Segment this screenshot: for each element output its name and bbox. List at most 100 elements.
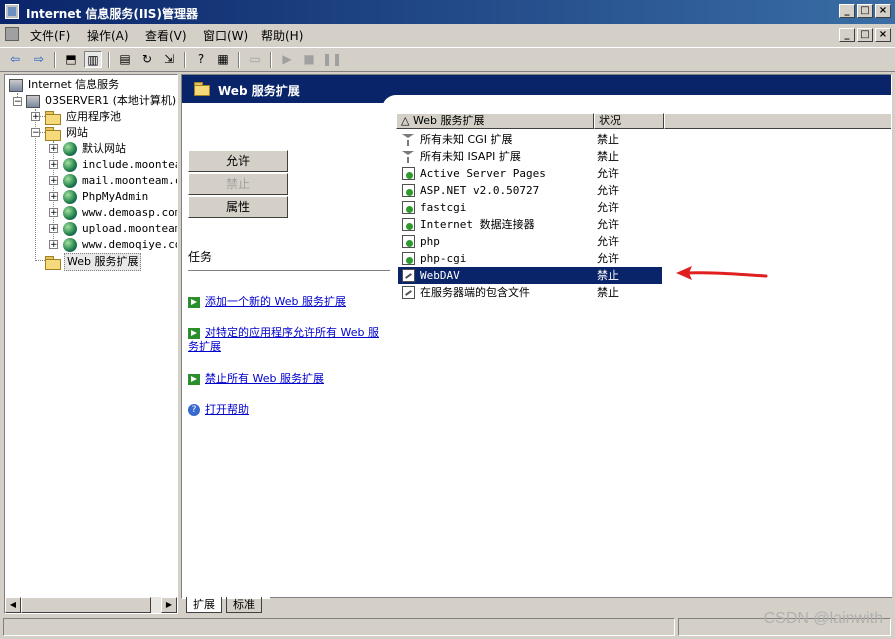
up-folder-icon[interactable]: ⬒ [62,51,80,68]
window-caption-buttons: _ □ × [839,4,891,18]
tree-item-site[interactable]: upload.moonteam [63,221,177,237]
forward-arrow-icon[interactable]: ⇨ [30,51,48,68]
globe-icon [63,174,77,188]
computer-icon[interactable]: ▭ [246,51,264,68]
document-icon[interactable] [5,27,19,41]
content-pane: Web 服务扩展 允许 禁止 属性 任务 添加一个新的 Web 服务扩展 对特定… [181,74,892,599]
expand-icon[interactable]: + [49,176,58,186]
properties-icon[interactable]: ▤ [116,51,134,68]
task-add-extension[interactable]: 添加一个新的 Web 服务扩展 [188,295,388,309]
window-titlebar[interactable]: Internet 信息服务(IIS)管理器 _ □ × [0,0,895,24]
tree-item-web-service-extensions[interactable]: Web 服务扩展 [45,253,142,271]
task-arrow-icon [188,327,200,339]
collapse-icon[interactable]: − [13,97,22,107]
export-list-icon[interactable]: ⇲ [160,51,178,68]
expand-icon[interactable]: + [31,112,40,122]
annotation-arrow-icon [676,266,768,280]
allowed-icon [402,201,415,214]
tree-pane[interactable]: Internet 信息服务 − 03SERVER1 (本地计算机) + 应用程序… [4,74,178,614]
globe-icon [63,238,77,252]
scroll-thumb[interactable] [21,597,151,613]
list-row[interactable]: php 允许 [398,233,662,250]
tree-item-root[interactable]: Internet 信息服务 [9,77,121,93]
help-icon[interactable]: ? [192,51,210,68]
tab-extended[interactable]: 扩展 [186,597,222,613]
list-row[interactable]: 在服务器端的包含文件 禁止 [398,284,662,301]
list-row-selected-webdav[interactable]: WebDAV 禁止 [398,267,662,284]
task-allow-for-application[interactable]: 对特定的应用程序允许所有 Web 服务扩展 [188,326,388,354]
folder-icon [194,82,210,96]
column-header-status[interactable]: 状况 [594,113,664,129]
column-header-empty [664,113,891,129]
task-open-help[interactable]: ? 打开帮助 [188,403,388,417]
scroll-left-icon[interactable]: ◀ [5,597,21,613]
menu-file[interactable]: 文件(F) [30,27,70,44]
panel-title: Web 服务扩展 [218,84,300,98]
expand-icon[interactable]: + [49,160,58,170]
list-row[interactable]: ASP.NET v2.0.50727 允许 [398,182,662,199]
prohibit-button[interactable]: 禁止 [188,173,288,195]
collapse-icon[interactable]: − [31,128,40,138]
list-row[interactable]: 所有未知 CGI 扩展 禁止 [398,131,662,148]
stop-icon[interactable]: ■ [300,51,318,68]
expand-icon[interactable]: + [49,208,58,218]
expand-icon[interactable]: + [49,144,58,154]
start-icon[interactable]: ▶ [278,51,296,68]
allow-button[interactable]: 允许 [188,150,288,172]
globe-icon [63,158,77,172]
task-prohibit-all[interactable]: 禁止所有 Web 服务扩展 [188,372,388,386]
toolbar: ⇦ ⇨ ⬒ ▥ ▤ ↻ ⇲ ? ▦ ▭ ▶ ■ ❚❚ [0,47,895,72]
mdi-restore-button[interactable]: □ [857,28,873,42]
tree-item-site[interactable]: include.moontea [63,157,177,173]
column-header-name[interactable]: △ Web 服务扩展 [396,113,594,129]
back-arrow-icon[interactable]: ⇦ [6,51,24,68]
close-button[interactable]: × [875,4,891,18]
menu-window[interactable]: 窗口(W) [203,27,248,44]
tree-item-site[interactable]: mail.moonteam.c [63,173,177,189]
expand-icon[interactable]: + [49,240,58,250]
tree-item-site[interactable]: 默认网站 [63,141,128,157]
mdi-close-button[interactable]: × [875,28,891,42]
minimize-button[interactable]: _ [839,4,855,18]
toolbar-separator [108,52,110,68]
show-tree-icon[interactable]: ▥ [84,51,102,68]
tab-standard[interactable]: 标准 [226,597,262,613]
mdi-caption-buttons: _ □ × [839,28,891,42]
tree-item-app-pools[interactable]: 应用程序池 [45,109,123,125]
watermark: CSDN @lainwith [763,610,883,627]
mdi-minimize-button[interactable]: _ [839,28,855,42]
allowed-icon [402,184,415,197]
list-row[interactable]: Active Server Pages 允许 [398,165,662,182]
menu-action[interactable]: 操作(A) [87,27,129,44]
tree-horizontal-scrollbar[interactable]: ◀ ▶ [5,597,177,613]
extensions-list[interactable]: △ Web 服务扩展 状况 所有未知 CGI 扩展 禁止 所有未知 ISAPI 扩… [396,113,891,593]
tree-item-site[interactable]: PhpMyAdmin [63,189,150,205]
list-row[interactable]: fastcgi 允许 [398,199,662,216]
panel-header: Web 服务扩展 [182,75,891,125]
expand-icon[interactable]: + [49,224,58,234]
tree-item-server[interactable]: 03SERVER1 (本地计算机) [26,93,177,109]
list-row[interactable]: php-cgi 允许 [398,250,662,267]
pause-icon[interactable]: ❚❚ [322,51,342,68]
show-hide-action-pane-icon[interactable]: ▦ [214,51,232,68]
globe-icon [63,142,77,156]
menu-view[interactable]: 查看(V) [145,27,187,44]
properties-button[interactable]: 属性 [188,196,288,218]
maximize-button[interactable]: □ [857,4,873,18]
list-row[interactable]: Internet 数据连接器 允许 [398,216,662,233]
toolbar-separator [54,52,56,68]
tasks-divider [188,270,390,271]
scroll-right-icon[interactable]: ▶ [161,597,177,613]
toolbar-separator [184,52,186,68]
tree-item-site[interactable]: www.demoasp.com [63,205,177,221]
sort-ascending-icon: △ [401,114,413,127]
refresh-icon[interactable]: ↻ [138,51,156,68]
server-icon [26,94,40,108]
tree-item-websites[interactable]: 网站 [45,125,90,141]
tree-item-site[interactable]: www.demoqiye.co [63,237,177,253]
tasks-heading: 任务 [188,250,213,264]
menu-help[interactable]: 帮助(H) [261,27,303,44]
status-pane-main [3,618,675,636]
list-row[interactable]: 所有未知 ISAPI 扩展 禁止 [398,148,662,165]
expand-icon[interactable]: + [49,192,58,202]
